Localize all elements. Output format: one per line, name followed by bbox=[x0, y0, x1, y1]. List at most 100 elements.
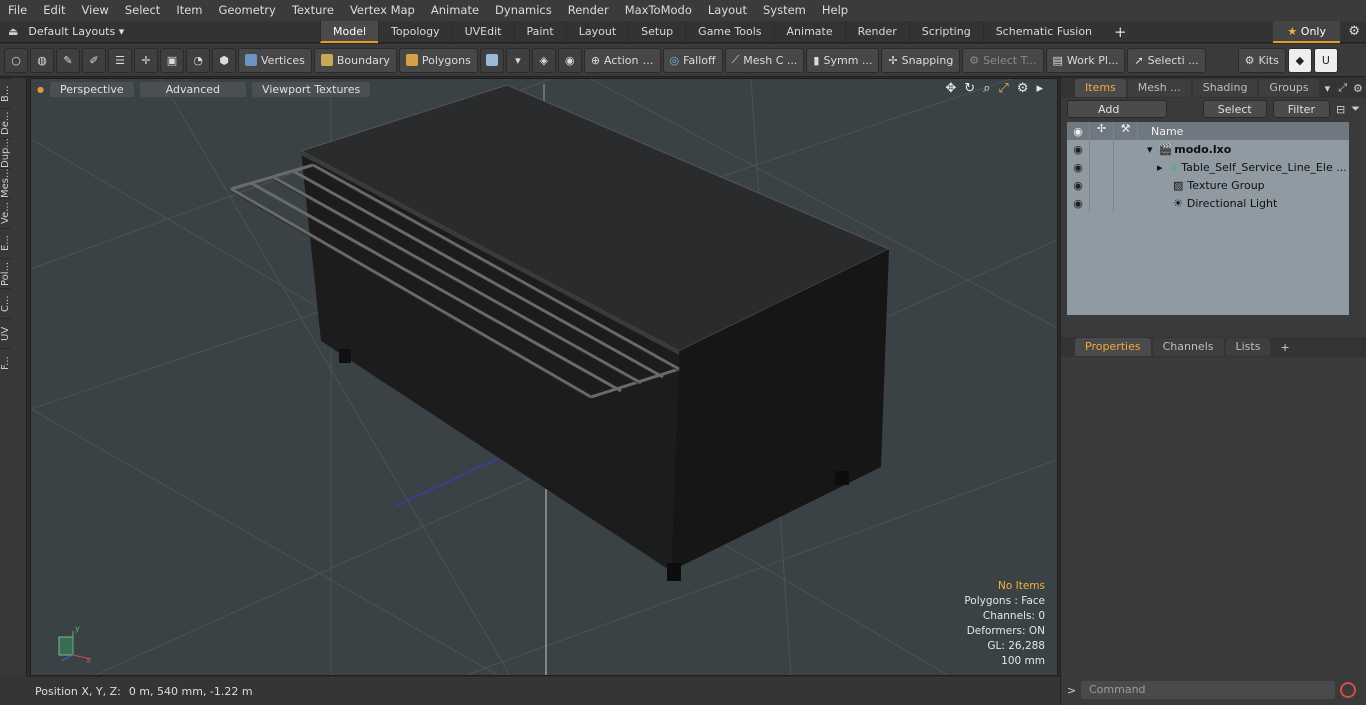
snapping-button[interactable]: ✢ Snapping bbox=[881, 47, 961, 73]
tab-model[interactable]: Model bbox=[320, 20, 379, 43]
move-view-icon[interactable]: ✥ bbox=[945, 81, 956, 96]
select-through-button[interactable]: ⚙ Select T... bbox=[962, 47, 1044, 73]
tree-row-texture-group[interactable]: ◉ ▨ Texture Group bbox=[1067, 176, 1349, 194]
work-plane-button[interactable]: ▤ Work Pl... bbox=[1045, 47, 1126, 73]
record-macro-icon[interactable] bbox=[1340, 682, 1356, 698]
3d-viewport[interactable]: y x ● Perspective Advanced Viewport Text… bbox=[30, 78, 1058, 676]
strip-tab-curve[interactable]: C... bbox=[0, 288, 11, 318]
viewport-settings-icon[interactable]: ⚙ bbox=[1017, 81, 1029, 96]
tab-animate[interactable]: Animate bbox=[773, 20, 845, 43]
falloff-button[interactable]: ◎ Falloff bbox=[662, 47, 723, 73]
panel-expand-icon[interactable]: ⤢ bbox=[1338, 81, 1347, 95]
vertices-button[interactable]: Vertices bbox=[238, 47, 312, 73]
menu-render[interactable]: Render bbox=[560, 0, 617, 21]
tab-paint[interactable]: Paint bbox=[513, 20, 566, 43]
layouts-selector[interactable]: ⏏ Default Layouts ▾ bbox=[0, 25, 320, 38]
expand-icon[interactable]: ⏏ bbox=[8, 25, 18, 38]
kits-button[interactable]: ⚙ Kits bbox=[1237, 47, 1286, 73]
strip-tab-mesh-edit[interactable]: Mes... bbox=[0, 168, 11, 198]
boundary-button[interactable]: Boundary bbox=[313, 47, 397, 73]
material-icon[interactable]: ◈ bbox=[531, 47, 556, 73]
tab-scripting[interactable]: Scripting bbox=[908, 20, 983, 43]
tab-items[interactable]: Items bbox=[1075, 79, 1126, 97]
tree-row-scene[interactable]: ◉ ▾ 🎬 modo.lxo bbox=[1067, 140, 1349, 158]
viewport-menu-dot-icon[interactable]: ● bbox=[37, 85, 44, 94]
visibility-eye-icon[interactable]: ◉ bbox=[1067, 179, 1089, 192]
panel-tabs-dropdown-icon[interactable]: ▾ bbox=[1325, 82, 1331, 95]
action-center-button[interactable]: ⊕ Action … bbox=[583, 47, 661, 73]
visibility-eye-icon[interactable]: ◉ bbox=[1067, 143, 1089, 156]
selection-sets-button[interactable]: ➚ Selecti ... bbox=[1127, 47, 1206, 73]
layouts-dropdown[interactable]: Default Layouts ▾ bbox=[28, 25, 124, 38]
tab-game-tools[interactable]: Game Tools bbox=[685, 20, 773, 43]
perspective-button[interactable]: Perspective bbox=[49, 81, 134, 97]
tab-groups[interactable]: Groups bbox=[1259, 79, 1319, 97]
tab-uvedit[interactable]: UVEdit bbox=[451, 20, 514, 43]
menu-animate[interactable]: Animate bbox=[423, 0, 487, 21]
tab-layout[interactable]: Layout bbox=[565, 20, 628, 43]
visibility-eye-icon[interactable]: ◉ bbox=[1067, 197, 1089, 210]
shading-icon[interactable]: ◉ bbox=[557, 47, 582, 73]
menu-item[interactable]: Item bbox=[168, 0, 210, 21]
menu-view[interactable]: View bbox=[74, 0, 117, 21]
strip-tab-edge[interactable]: E... bbox=[0, 228, 11, 258]
strip-tab-basic[interactable]: B... bbox=[0, 78, 11, 108]
tab-render[interactable]: Render bbox=[844, 20, 909, 43]
symmetry-button[interactable]: ▮ Symm ... bbox=[806, 47, 880, 73]
menu-geometry[interactable]: Geometry bbox=[211, 0, 284, 21]
only-toggle[interactable]: ★ Only bbox=[1273, 20, 1340, 43]
circle-select-icon[interactable]: ○ bbox=[4, 47, 28, 73]
add-tab-button[interactable]: + bbox=[1104, 23, 1137, 41]
shield-icon[interactable]: ⬢ bbox=[212, 47, 236, 73]
filter-button[interactable]: Filter bbox=[1272, 100, 1330, 118]
menu-maxtomodo[interactable]: MaxToModo bbox=[617, 0, 700, 21]
polygons-button[interactable]: Polygons bbox=[398, 47, 478, 73]
zoom-view-icon[interactable]: ⌕ bbox=[983, 81, 990, 96]
add-item-button[interactable]: Add Item ▾ bbox=[1067, 100, 1167, 134]
strip-tab-polygon[interactable]: Pol... bbox=[0, 258, 11, 288]
table-model[interactable] bbox=[230, 84, 891, 581]
strip-tab-deform[interactable]: De... bbox=[0, 108, 11, 138]
tab-channels[interactable]: Channels bbox=[1152, 338, 1224, 356]
viewport-textures-button[interactable]: Viewport Textures bbox=[252, 81, 371, 97]
align-icon[interactable]: ☰ bbox=[108, 47, 132, 73]
select-button[interactable]: Select bbox=[1202, 100, 1267, 118]
tab-shading[interactable]: Shading bbox=[1192, 79, 1258, 97]
pen-icon[interactable]: ✎ bbox=[56, 47, 80, 73]
menu-layout[interactable]: Layout bbox=[700, 0, 755, 21]
name-column-header[interactable]: Name bbox=[1151, 125, 1183, 138]
advanced-button[interactable]: Advanced bbox=[139, 81, 247, 97]
strip-tab-fusion[interactable]: F... bbox=[0, 348, 11, 378]
globe-icon[interactable]: ◍ bbox=[30, 47, 54, 73]
tab-topology[interactable]: Topology bbox=[378, 20, 452, 43]
item-mode-icon[interactable] bbox=[479, 47, 504, 73]
rotate-view-icon[interactable]: ↻ bbox=[964, 81, 975, 96]
tab-lists[interactable]: Lists bbox=[1225, 338, 1271, 356]
collapse-arrow-icon[interactable]: ▾ bbox=[1147, 143, 1153, 156]
viewport-expand-icon[interactable]: ▸ bbox=[1036, 81, 1043, 96]
tree-row-mesh[interactable]: ◉ ▸ ⟑ Table_Self_Service_Line_Ele ... bbox=[1067, 158, 1349, 176]
brush-icon[interactable]: ✐ bbox=[82, 47, 106, 73]
mesh-constraint-button[interactable]: ⟋ Mesh C ... bbox=[724, 47, 805, 73]
funnel-icon[interactable]: ⏷ bbox=[1351, 102, 1360, 116]
expand-arrow-icon[interactable]: ▸ bbox=[1157, 161, 1163, 174]
add-panel-tab-icon[interactable]: + bbox=[1280, 341, 1289, 354]
visibility-eye-icon[interactable]: ◉ bbox=[1067, 161, 1089, 174]
collapse-icon[interactable]: ⊟ bbox=[1336, 103, 1345, 116]
menu-texture[interactable]: Texture bbox=[284, 0, 342, 21]
tab-mesh-ops[interactable]: Mesh ... bbox=[1127, 79, 1191, 97]
panel-settings-icon[interactable]: ⚙ bbox=[1353, 82, 1363, 95]
menu-system[interactable]: System bbox=[755, 0, 814, 21]
gear-icon[interactable]: ⚙ bbox=[1348, 24, 1360, 39]
center-icon[interactable]: ✛ bbox=[134, 47, 158, 73]
tab-schematic-fusion[interactable]: Schematic Fusion bbox=[982, 20, 1104, 43]
frame-icon[interactable]: ▣ bbox=[160, 47, 184, 73]
tab-setup[interactable]: Setup bbox=[628, 20, 685, 43]
dropdown-arrow-icon[interactable]: ▾ bbox=[505, 47, 530, 73]
strip-tab-uv[interactable]: UV bbox=[0, 318, 11, 348]
strip-tab-duplicate[interactable]: Dup... bbox=[0, 138, 11, 168]
menu-vertex-map[interactable]: Vertex Map bbox=[342, 0, 423, 21]
cube-icon[interactable]: ◆ bbox=[1287, 47, 1312, 73]
menu-help[interactable]: Help bbox=[814, 0, 856, 21]
menu-edit[interactable]: Edit bbox=[35, 0, 73, 21]
